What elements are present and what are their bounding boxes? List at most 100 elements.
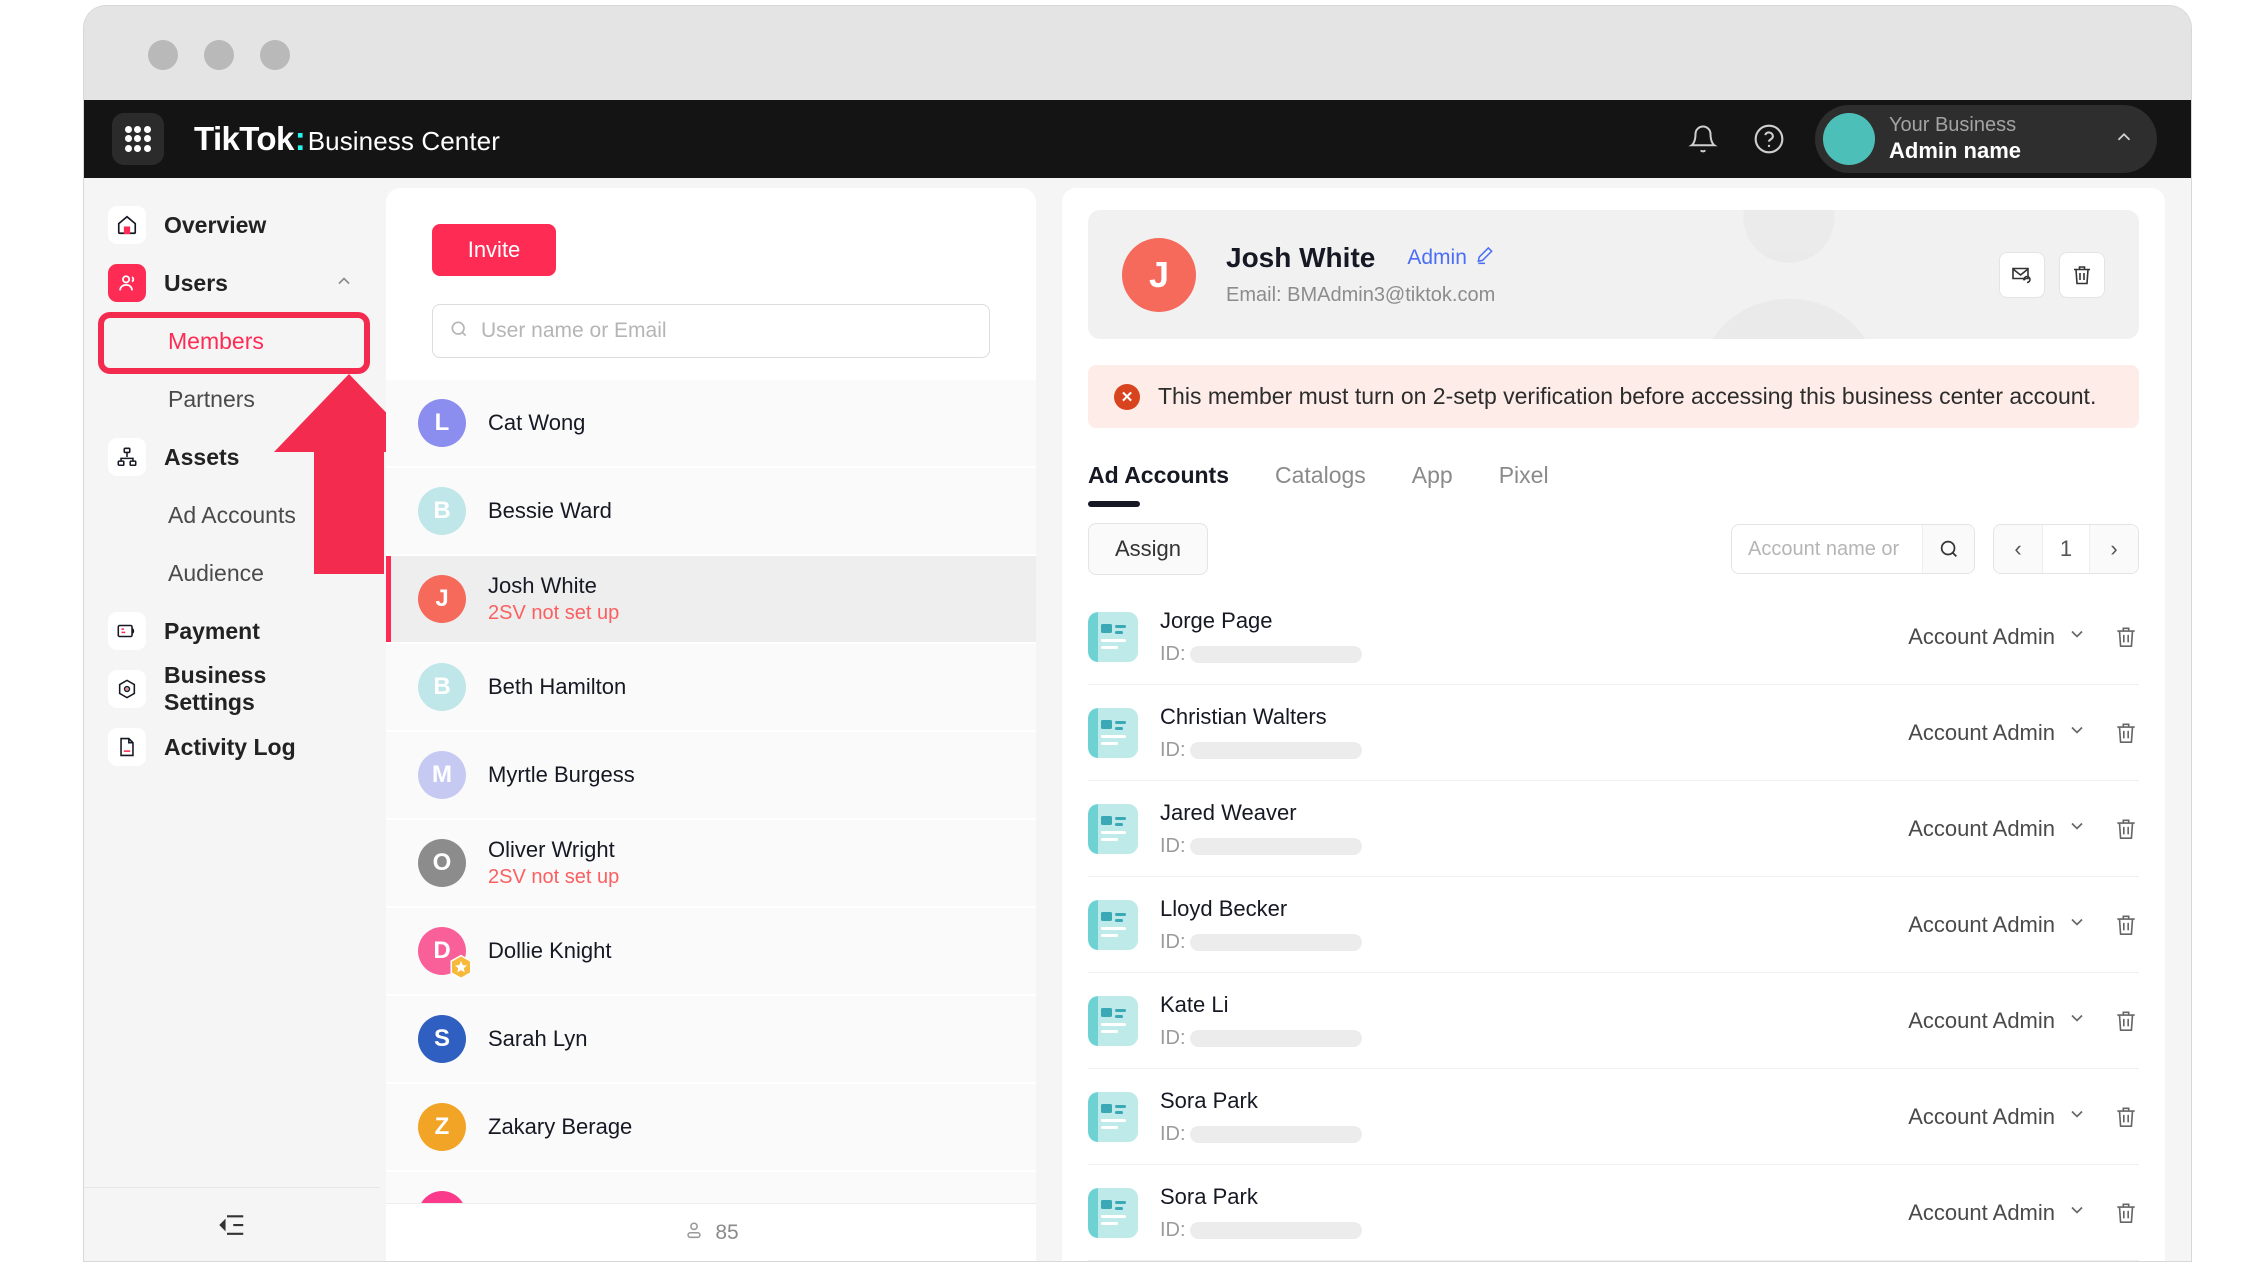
sidebar-item-overview[interactable]: Overview bbox=[84, 196, 380, 254]
maximize-window-dot[interactable] bbox=[260, 40, 290, 70]
account-role-dropdown[interactable]: Account Admin bbox=[1908, 1200, 2087, 1226]
ad-account-row[interactable]: Jorge Page ID: Account Admin bbox=[1088, 589, 2139, 685]
redacted-id-value bbox=[1189, 1125, 1362, 1143]
invite-button[interactable]: Invite bbox=[432, 224, 556, 276]
ad-account-row[interactable]: Sora Park ID: Account Admin bbox=[1088, 1069, 2139, 1165]
users-icon bbox=[108, 264, 146, 302]
chevron-right-icon[interactable]: › bbox=[2090, 525, 2138, 573]
assign-button[interactable]: Assign bbox=[1088, 523, 1208, 575]
avatar: J bbox=[418, 575, 466, 623]
account-role-dropdown[interactable]: Account Admin bbox=[1908, 816, 2087, 842]
role-label: Admin bbox=[1407, 246, 1467, 270]
decorative-person-shape bbox=[1712, 210, 1866, 340]
member-list-item[interactable]: O Oliver Wright 2SV not set up bbox=[386, 820, 1036, 906]
chevron-up-icon[interactable] bbox=[334, 271, 354, 296]
ad-account-row[interactable]: Kate Li ID: Account Admin bbox=[1088, 973, 2139, 1069]
search-input[interactable] bbox=[481, 319, 973, 343]
two-step-verification-alert: ✕ This member must turn on 2-setp verifi… bbox=[1088, 365, 2139, 428]
sidebar-item-members[interactable]: Members bbox=[84, 312, 380, 370]
home-icon bbox=[108, 206, 146, 244]
collapse-sidebar-icon[interactable] bbox=[84, 1187, 380, 1261]
tab-label: Pixel bbox=[1498, 462, 1549, 488]
account-role-dropdown[interactable]: Account Admin bbox=[1908, 912, 2087, 938]
trash-icon[interactable] bbox=[2113, 1008, 2139, 1034]
tab-pixel[interactable]: Pixel bbox=[1499, 462, 1549, 507]
sidebar-item-assets[interactable]: Assets bbox=[84, 428, 380, 486]
member-list-item[interactable]: S Sarah Lyn bbox=[386, 996, 1036, 1082]
member-list-item[interactable]: Z Zakary Berage bbox=[386, 1084, 1036, 1170]
notification-bell-icon[interactable] bbox=[1683, 119, 1723, 159]
trash-icon[interactable] bbox=[2113, 912, 2139, 938]
chevron-up-icon[interactable] bbox=[334, 445, 354, 470]
tab-catalogs[interactable]: Catalogs bbox=[1275, 462, 1366, 507]
member-search-box[interactable] bbox=[432, 304, 990, 358]
user-account-chip[interactable]: Your Business Admin name bbox=[1815, 105, 2157, 173]
redacted-id-value bbox=[1189, 741, 1362, 759]
alert-message: This member must turn on 2-setp verifica… bbox=[1158, 383, 2097, 410]
star-badge-icon bbox=[448, 954, 474, 980]
trash-icon[interactable] bbox=[2059, 251, 2105, 298]
member-list-item[interactable]: L Cat Wong bbox=[386, 380, 1036, 466]
member-list-item[interactable]: D Dollie Knight bbox=[386, 908, 1036, 994]
member-list-item[interactable]: B Beth Hamilton bbox=[386, 644, 1036, 730]
sidebar-item-activity-log[interactable]: Activity Log bbox=[84, 718, 380, 776]
ad-accounts-list: Jorge Page ID: Account Admin Christian Walt… bbox=[1088, 589, 2139, 1261]
member-list-item[interactable]: D Dora Maker bbox=[386, 1172, 1036, 1203]
account-role-dropdown[interactable]: Account Admin bbox=[1908, 1104, 2087, 1130]
member-list-item[interactable]: B Bessie Ward bbox=[386, 468, 1036, 554]
chevron-down-icon bbox=[2067, 816, 2087, 842]
sidebar-item-label: Overview bbox=[164, 211, 267, 238]
account-role-dropdown[interactable]: Account Admin bbox=[1908, 720, 2087, 746]
trash-icon[interactable] bbox=[2113, 720, 2139, 746]
chevron-left-icon[interactable]: ‹ bbox=[1994, 525, 2042, 573]
account-role-label: Account Admin bbox=[1908, 623, 2055, 649]
minimize-window-dot[interactable] bbox=[204, 40, 234, 70]
account-role-dropdown[interactable]: Account Admin bbox=[1908, 1008, 2087, 1034]
sidebar-item-partners[interactable]: Partners bbox=[84, 370, 380, 428]
member-name: Zakary Berage bbox=[488, 1114, 633, 1139]
help-circle-icon[interactable] bbox=[1749, 119, 1789, 159]
grid-menu-icon[interactable] bbox=[112, 113, 164, 165]
account-role-dropdown[interactable]: Account Admin bbox=[1908, 624, 2087, 650]
brand-logo[interactable]: TikTok: Business Center bbox=[194, 120, 500, 158]
ad-account-row[interactable]: Christian Walters ID: Account Admin bbox=[1088, 685, 2139, 781]
member-list-item[interactable]: J Josh White 2SV not set up bbox=[386, 556, 1036, 642]
trash-icon[interactable] bbox=[2113, 816, 2139, 842]
browser-window: TikTok: Business Center Your Business Ad… bbox=[84, 6, 2191, 1261]
trash-icon[interactable] bbox=[2113, 1104, 2139, 1130]
resend-email-icon[interactable] bbox=[1999, 251, 2045, 298]
member-list-item[interactable]: M Myrtle Burgess bbox=[386, 732, 1036, 818]
tab-ad-accounts[interactable]: Ad Accounts bbox=[1088, 462, 1229, 507]
id-label: ID: bbox=[1160, 1218, 1186, 1241]
page-number[interactable]: 1 bbox=[2042, 525, 2090, 573]
ad-account-id: ID: bbox=[1160, 1027, 1362, 1050]
trash-icon[interactable] bbox=[2113, 1200, 2139, 1226]
close-window-dot[interactable] bbox=[148, 40, 178, 70]
ad-account-row[interactable]: Jared Weaver ID: Account Admin bbox=[1088, 781, 2139, 877]
sidebar-item-business-settings[interactable]: Business Settings bbox=[84, 660, 380, 718]
search-icon[interactable] bbox=[1922, 525, 1974, 573]
chevron-down-icon bbox=[2067, 1104, 2087, 1130]
pencil-edit-icon[interactable] bbox=[1475, 245, 1495, 271]
ad-account-row[interactable]: Sora Park ID: Account Admin bbox=[1088, 1165, 2139, 1261]
account-search-box[interactable] bbox=[1731, 524, 1975, 574]
account-role-label: Account Admin bbox=[1908, 719, 2055, 745]
tab-label: Catalogs bbox=[1275, 462, 1366, 488]
ad-account-row[interactable]: Lloyd Becker ID: Account Admin bbox=[1088, 877, 2139, 973]
sidebar-item-ad-accounts[interactable]: Ad Accounts bbox=[84, 486, 380, 544]
trash-icon[interactable] bbox=[2113, 624, 2139, 650]
sidebar-item-payment[interactable]: Payment bbox=[84, 602, 380, 660]
sidebar-item-users[interactable]: Users bbox=[84, 254, 380, 312]
avatar: D bbox=[418, 927, 472, 980]
member-role-link[interactable]: Admin bbox=[1407, 245, 1495, 271]
avatar: S bbox=[418, 1015, 466, 1063]
sidebar-item-label: Payment bbox=[164, 617, 260, 644]
sidebar-item-label: Users bbox=[164, 269, 228, 296]
member-email: Email: BMAdmin3@tiktok.com bbox=[1226, 284, 1496, 307]
tab-app[interactable]: App bbox=[1412, 462, 1453, 507]
account-search-input[interactable] bbox=[1732, 537, 1922, 561]
chevron-up-icon bbox=[2083, 126, 2135, 153]
sidebar-item-audience[interactable]: Audience bbox=[84, 544, 380, 602]
members-list-panel: Invite L Cat Wong B Bessie Ward J Josh White 2… bbox=[386, 188, 1036, 1261]
person-icon bbox=[683, 1219, 705, 1247]
